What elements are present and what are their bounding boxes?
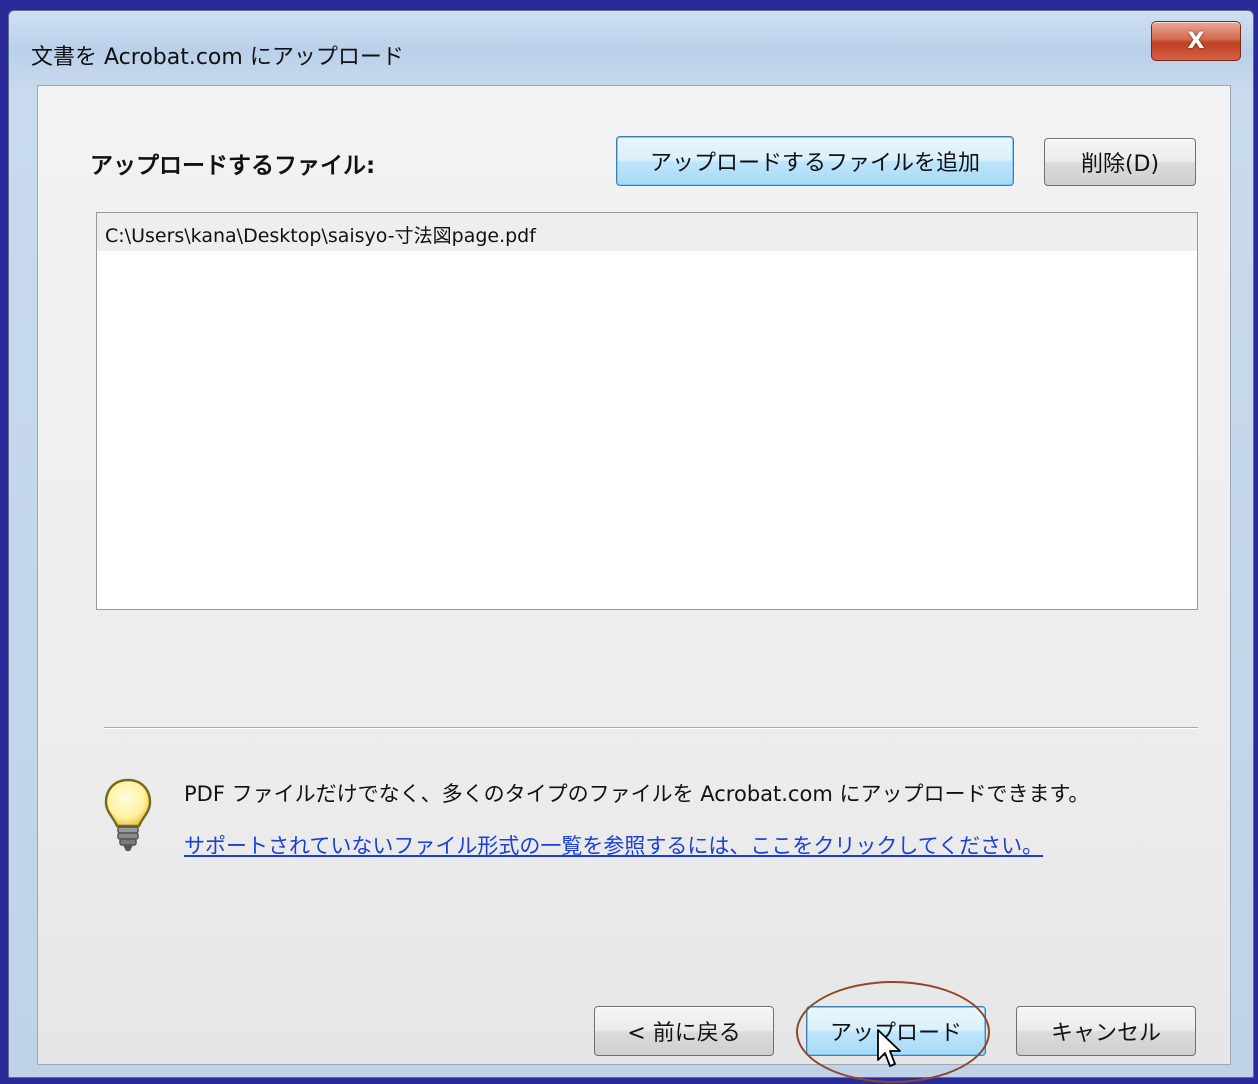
unsupported-formats-link[interactable]: サポートされていないファイル形式の一覧を参照するには、ここをクリックしてください… (184, 830, 1043, 860)
window-title: 文書を Acrobat.com にアップロード (31, 45, 404, 70)
dialog-window: 文書を Acrobat.com にアップロード X アップロードするファイル: … (8, 10, 1254, 1083)
separator (104, 727, 1198, 729)
close-icon: X (1187, 28, 1205, 54)
files-heading: アップロードするファイル: (90, 153, 376, 179)
dialog-content: アップロードするファイル: アップロードするファイルを追加 削除(D) C:\U… (37, 85, 1231, 1083)
close-button[interactable]: X (1151, 21, 1241, 61)
add-files-button[interactable]: アップロードするファイルを追加 (616, 136, 1014, 186)
title-bar[interactable]: 文書を Acrobat.com にアップロード X (9, 11, 1253, 81)
upload-button[interactable]: アップロード (806, 1006, 986, 1056)
cancel-button[interactable]: キャンセル (1016, 1006, 1196, 1056)
file-path: C:\Users\kana\Desktop\saisyo-寸法図page.pdf (105, 225, 536, 247)
file-list[interactable]: C:\Users\kana\Desktop\saisyo-寸法図page.pdf (96, 212, 1198, 610)
list-item[interactable]: C:\Users\kana\Desktop\saisyo-寸法図page.pdf (97, 213, 1197, 251)
back-button[interactable]: < 前に戻る (594, 1006, 774, 1056)
lightbulb-icon (102, 776, 154, 856)
delete-button[interactable]: 削除(D) (1044, 138, 1196, 186)
info-text: PDF ファイルだけでなく、多くのタイプのファイルを Acrobat.com に… (184, 782, 1090, 806)
